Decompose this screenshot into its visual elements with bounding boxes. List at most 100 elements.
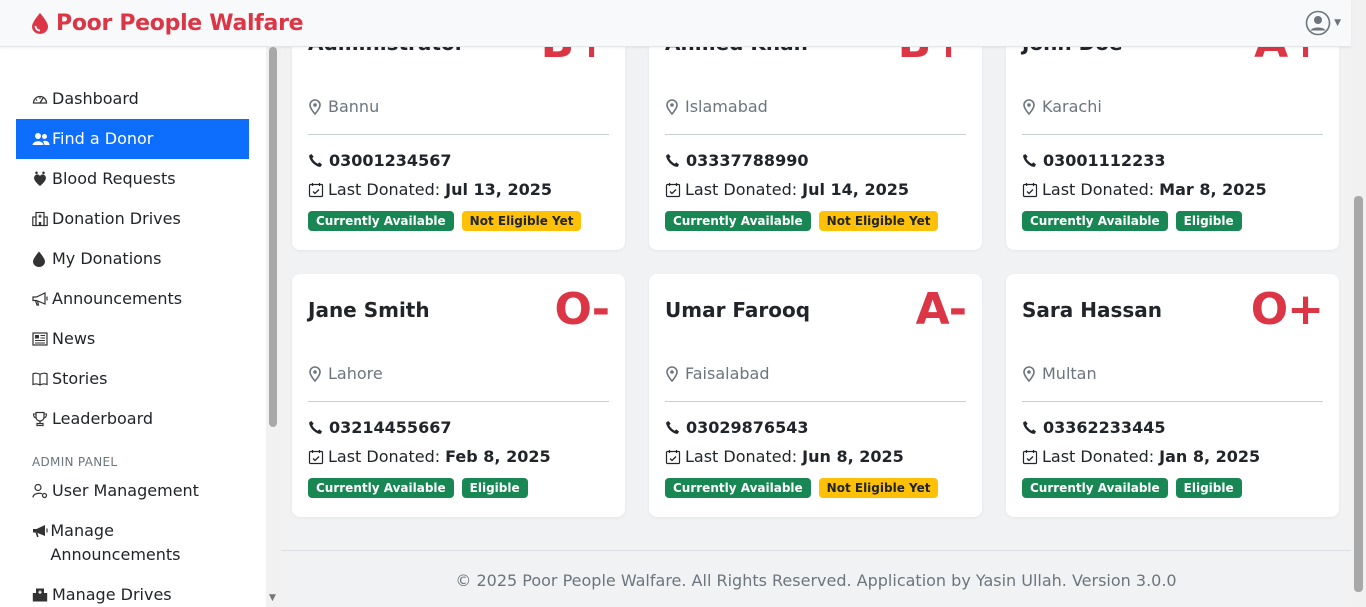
last-donated-label: Last Donated: xyxy=(685,180,798,199)
eligibility-badge: Not Eligible Yet xyxy=(461,211,582,231)
eligibility-badge: Not Eligible Yet xyxy=(818,211,939,231)
sidebar-item-my-donations[interactable]: My Donations xyxy=(16,239,249,279)
calendar-check-icon xyxy=(308,449,324,464)
last-donated: Last Donated: Jun 8, 2025 xyxy=(665,447,966,466)
eligibility-badge: Eligible xyxy=(461,478,528,498)
map-pin-icon xyxy=(1023,365,1035,382)
admin-panel-heading: ADMIN PANEL xyxy=(32,455,118,469)
card-divider xyxy=(308,134,609,135)
blood-group: A+ xyxy=(1254,47,1324,68)
eligibility-badge: Eligible xyxy=(1175,211,1242,231)
sidebar-item-label: Find a Donor xyxy=(52,129,154,148)
dashboard-icon xyxy=(32,87,52,111)
donor-phone[interactable]: 03001112233 xyxy=(1022,151,1323,170)
top-navbar: Poor People Walfare ▼ xyxy=(0,0,1351,47)
footer: © 2025 Poor People Walfare. All Rights R… xyxy=(281,550,1351,607)
last-donated-label: Last Donated: xyxy=(1042,447,1155,466)
page-scrollbar[interactable] xyxy=(1351,0,1366,607)
availability-badge: Currently Available xyxy=(308,478,454,498)
blood-group: B+ xyxy=(541,47,610,68)
newspaper-icon xyxy=(32,327,52,351)
sidebar-item-label: Leaderboard xyxy=(52,409,154,428)
donor-location: Faisalabad xyxy=(665,364,966,383)
location-text: Bannu xyxy=(328,97,380,116)
sidebar-item-label: Donation Drives xyxy=(52,209,181,228)
last-donated: Last Donated: Feb 8, 2025 xyxy=(308,447,609,466)
location-text: Islamabad xyxy=(685,97,768,116)
sidebar-item-dashboard[interactable]: Dashboard xyxy=(16,79,249,119)
sidebar-item-manage-drives[interactable]: Manage Drives xyxy=(16,575,249,607)
donor-phone[interactable]: 03029876543 xyxy=(665,418,966,437)
user-menu-dropdown[interactable]: ▼ xyxy=(1305,10,1341,36)
last-donated: Last Donated: Jul 14, 2025 xyxy=(665,180,966,199)
page-scrollbar-thumb[interactable] xyxy=(1354,196,1363,592)
calendar-check-icon xyxy=(1022,449,1038,464)
sidebar-item-label: User Management xyxy=(52,481,199,500)
droplet-icon xyxy=(32,247,52,271)
last-donated-date: Jul 13, 2025 xyxy=(445,180,552,199)
donor-card: John Doe A+ Karachi 03001112233 Last Don… xyxy=(1006,47,1339,250)
blood-group: B+ xyxy=(898,47,967,68)
card-divider xyxy=(665,401,966,402)
sidebar-item-manage-announcements[interactable]: Manage Announcements xyxy=(16,511,249,575)
sidebar-scrollbar[interactable]: ▼ xyxy=(266,47,281,607)
badge-row: Currently Available Eligible xyxy=(1022,478,1323,498)
last-donated-label: Last Donated: xyxy=(328,447,441,466)
last-donated-date: Mar 8, 2025 xyxy=(1159,180,1267,199)
last-donated-label: Last Donated: xyxy=(685,447,798,466)
phone-number: 03214455667 xyxy=(329,418,452,437)
heart-drop-icon xyxy=(32,167,52,191)
last-donated-date: Jul 14, 2025 xyxy=(802,180,909,199)
availability-badge: Currently Available xyxy=(1022,478,1168,498)
chevron-down-icon: ▼ xyxy=(1334,18,1341,28)
calendar-check-icon xyxy=(1022,182,1038,197)
sidebar-item-label: Manage Announcements xyxy=(50,521,181,564)
trophy-icon xyxy=(32,407,52,431)
phone-number: 03001234567 xyxy=(329,151,452,170)
phone-icon xyxy=(1023,153,1037,167)
donor-phone[interactable]: 03362233445 xyxy=(1022,418,1323,437)
donor-phone[interactable]: 03214455667 xyxy=(308,418,609,437)
sidebar-item-find-a-donor[interactable]: Find a Donor xyxy=(16,119,249,159)
donor-location: Multan xyxy=(1022,364,1323,383)
brand-logo-link[interactable]: Poor People Walfare xyxy=(30,11,304,36)
donor-phone[interactable]: 03001234567 xyxy=(308,151,609,170)
sidebar-item-donation-drives[interactable]: Donation Drives xyxy=(16,199,249,239)
card-divider xyxy=(1022,401,1323,402)
badge-row: Currently Available Not Eligible Yet xyxy=(665,211,966,231)
sidebar-scrollbar-thumb[interactable] xyxy=(269,47,277,427)
availability-badge: Currently Available xyxy=(1022,211,1168,231)
donor-location: Islamabad xyxy=(665,97,966,116)
user-gear-icon xyxy=(32,479,52,503)
donor-phone[interactable]: 03337788990 xyxy=(665,151,966,170)
last-donated: Last Donated: Jan 8, 2025 xyxy=(1022,447,1323,466)
map-pin-icon xyxy=(666,365,678,382)
sidebar-item-news[interactable]: News xyxy=(16,319,249,359)
donor-card: Sara Hassan O+ Multan 03362233445 Last D… xyxy=(1006,274,1339,517)
calendar-check-icon xyxy=(665,182,681,197)
calendar-check-icon xyxy=(308,182,324,197)
sidebar-item-user-management[interactable]: User Management xyxy=(16,471,249,511)
sidebar-item-leaderboard[interactable]: Leaderboard xyxy=(16,399,249,439)
sidebar-item-stories[interactable]: Stories xyxy=(16,359,249,399)
donor-location: Lahore xyxy=(308,364,609,383)
sidebar-item-announcements[interactable]: Announcements xyxy=(16,279,249,319)
last-donated-date: Jun 8, 2025 xyxy=(802,447,904,466)
scroll-down-arrow-icon[interactable]: ▼ xyxy=(269,593,276,603)
sidebar-item-label: News xyxy=(52,329,96,348)
last-donated-label: Last Donated: xyxy=(1042,180,1155,199)
map-pin-icon xyxy=(309,365,321,382)
blood-group: O+ xyxy=(1250,284,1324,335)
sidebar-item-label: Manage Drives xyxy=(52,585,172,604)
location-text: Karachi xyxy=(1042,97,1102,116)
blood-drop-icon xyxy=(32,13,48,34)
phone-icon xyxy=(309,153,323,167)
donor-grid: Administrator B+ Bannu 03001234567 Last … xyxy=(292,47,1339,517)
badge-row: Currently Available Not Eligible Yet xyxy=(308,211,609,231)
last-donated-label: Last Donated: xyxy=(328,180,441,199)
hospital-fill-icon xyxy=(32,583,52,607)
user-circle-icon xyxy=(1305,10,1331,36)
people-icon xyxy=(32,127,52,151)
sidebar-item-blood-requests[interactable]: Blood Requests xyxy=(16,159,249,199)
blood-group: O- xyxy=(554,284,610,335)
